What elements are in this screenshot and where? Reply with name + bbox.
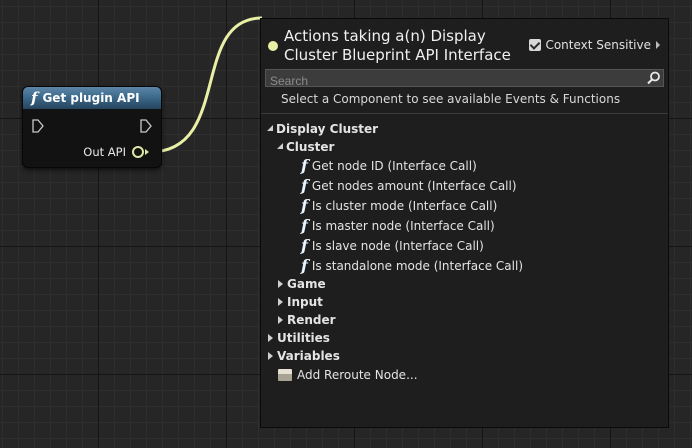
category-label: Variables xyxy=(277,349,340,363)
context-sensitive-toggle[interactable]: Context Sensitive xyxy=(529,38,660,52)
collapsed-arrow-icon[interactable] xyxy=(278,298,283,306)
category-input[interactable]: Input xyxy=(278,293,323,311)
action-is-slave-node[interactable]: f Is slave node (Interface Call) xyxy=(301,237,484,255)
context-sensitive-label: Context Sensitive xyxy=(545,38,651,52)
category-utilities[interactable]: Utilities xyxy=(268,329,330,347)
search-icon[interactable] xyxy=(647,71,661,85)
pin-arrow-icon xyxy=(145,149,149,155)
category-variables[interactable]: Variables xyxy=(268,347,340,365)
search-input[interactable] xyxy=(266,73,636,89)
out-api-label: Out API xyxy=(83,145,126,159)
search-box[interactable] xyxy=(265,69,664,89)
category-display-cluster[interactable]: Display Cluster xyxy=(267,120,378,138)
category-label: Render xyxy=(287,313,336,327)
collapsed-arrow-icon[interactable] xyxy=(268,334,273,342)
function-icon: f xyxy=(301,176,308,195)
action-menu: Actions taking a(n) Display Cluster Blue… xyxy=(260,18,669,428)
menu-hint: Select a Component to see available Even… xyxy=(281,92,621,106)
chevron-right-icon[interactable] xyxy=(656,41,660,49)
exec-output-pin-icon[interactable] xyxy=(140,119,152,133)
object-pin-icon[interactable] xyxy=(132,146,144,158)
pin-type-dot-icon xyxy=(268,41,278,51)
add-reroute-node-item[interactable]: Add Reroute Node... xyxy=(278,366,418,384)
category-label: Cluster xyxy=(286,140,335,154)
action-label: Is master node (Interface Call) xyxy=(311,219,495,233)
exec-input-pin-icon[interactable] xyxy=(32,119,44,133)
action-label: Get nodes amount (Interface Call) xyxy=(311,179,517,193)
category-label: Display Cluster xyxy=(276,122,379,136)
category-label: Utilities xyxy=(277,331,330,345)
action-label: Add Reroute Node... xyxy=(297,368,418,382)
function-icon: f xyxy=(301,216,308,235)
get-plugin-api-node[interactable]: f Get plugin API Out API xyxy=(22,86,162,168)
action-is-master-node[interactable]: f Is master node (Interface Call) xyxy=(301,217,495,235)
action-label: Get node ID (Interface Call) xyxy=(311,159,477,173)
checkbox-icon[interactable] xyxy=(529,39,542,51)
divider xyxy=(261,113,668,114)
category-game[interactable]: Game xyxy=(278,275,326,293)
collapsed-arrow-icon[interactable] xyxy=(278,280,283,288)
expanded-arrow-icon[interactable] xyxy=(277,143,283,149)
expanded-arrow-icon[interactable] xyxy=(267,125,273,131)
function-icon: f xyxy=(31,88,38,107)
action-label: Is slave node (Interface Call) xyxy=(311,239,484,253)
node-header[interactable]: f Get plugin API xyxy=(23,87,161,109)
action-get-nodes-amount[interactable]: f Get nodes amount (Interface Call) xyxy=(301,177,517,195)
collapsed-arrow-icon[interactable] xyxy=(268,352,273,360)
action-get-node-id[interactable]: f Get node ID (Interface Call) xyxy=(301,157,477,175)
function-icon: f xyxy=(301,156,308,175)
action-label: Is cluster mode (Interface Call) xyxy=(311,199,498,213)
function-icon: f xyxy=(301,236,308,255)
category-render[interactable]: Render xyxy=(278,311,336,329)
reroute-node-icon xyxy=(278,369,292,381)
action-is-cluster-mode[interactable]: f Is cluster mode (Interface Call) xyxy=(301,197,497,215)
action-is-standalone-mode[interactable]: f Is standalone mode (Interface Call) xyxy=(301,257,523,275)
collapsed-arrow-icon[interactable] xyxy=(278,316,283,324)
node-title: Get plugin API xyxy=(42,91,140,105)
function-icon: f xyxy=(301,256,308,275)
category-cluster[interactable]: Cluster xyxy=(277,138,334,156)
menu-title: Actions taking a(n) Display Cluster Blue… xyxy=(284,27,511,64)
out-api-pin[interactable]: Out API xyxy=(83,145,149,159)
category-label: Game xyxy=(287,277,326,291)
category-label: Input xyxy=(287,295,323,309)
function-icon: f xyxy=(301,196,308,215)
action-label: Is standalone mode (Interface Call) xyxy=(311,259,524,273)
